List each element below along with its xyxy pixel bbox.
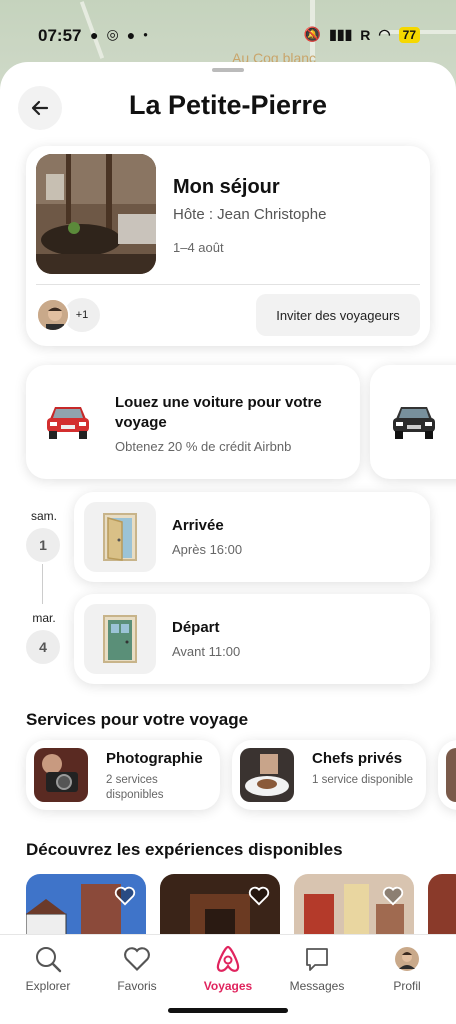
service-chef-title: Chefs privés (312, 750, 403, 767)
black-car-icon (393, 407, 435, 439)
timeline-line (42, 564, 43, 604)
car-rental-card[interactable]: Louez une voiture pour votre voyage Obte… (26, 365, 360, 479)
checkout-title: Départ (172, 619, 220, 636)
red-car-icon (47, 407, 89, 439)
whatsapp-icon: ◎ (106, 26, 119, 42)
service-photography-card[interactable]: Photographie 2 services disponibles (26, 740, 220, 810)
dot-icon: ● (143, 30, 148, 39)
tab-explorer-label: Explorer (25, 979, 71, 993)
service-chef-card[interactable]: Chefs privés 1 service disponible (232, 740, 426, 810)
stay-title: Mon séjour (173, 176, 280, 198)
checkin-subtitle: Après 16:00 (172, 542, 243, 557)
checkout-weekday: mar. (32, 611, 56, 625)
heart-icon[interactable] (248, 886, 270, 906)
tab-messages-label: Messages (289, 979, 345, 993)
airbnb-logo-icon (216, 945, 240, 972)
service-card-partial[interactable] (438, 740, 456, 810)
chef-thumb (240, 748, 294, 802)
notification-icon: ● (90, 26, 99, 43)
car-promo-title: Louez une voiture pour votre voyage (115, 394, 322, 431)
checkout-subtitle: Avant 11:00 (172, 644, 241, 659)
signal-icon: ▮▮▮ (329, 26, 353, 42)
battery-badge: 77 (398, 26, 420, 43)
stay-dates: 1–4 août (173, 240, 224, 255)
stay-photo (36, 154, 156, 274)
home-indicator (168, 1008, 288, 1013)
checkin-weekday: sam. (30, 509, 57, 523)
tab-favoris-label: Favoris (117, 979, 157, 993)
checkin-title: Arrivée (172, 517, 224, 534)
checkin-thumb (84, 502, 156, 572)
tab-profil-label: Profil (393, 979, 421, 993)
tab-profil[interactable]: Profil (367, 943, 447, 993)
guest-avatar (36, 298, 70, 332)
tab-favoris[interactable]: Favoris (97, 943, 177, 993)
stay-card[interactable]: Mon séjour Hôte : Jean Christophe 1–4 ao… (26, 146, 430, 346)
status-right: 🔕 ▮▮▮ R ◠ 77 (304, 26, 420, 43)
camera-photo-icon (34, 748, 88, 802)
photography-thumb (34, 748, 88, 802)
invite-guests-button[interactable]: Inviter des voyageurs (256, 294, 420, 336)
page-title: La Petite-Pierre (128, 90, 328, 120)
mute-icon: 🔕 (303, 26, 322, 42)
heart-icon[interactable] (382, 886, 404, 906)
stay-photo-image (36, 154, 156, 274)
car-promo-subtitle: Obtenez 20 % de crédit Airbnb (115, 439, 292, 454)
carrier-label: R (360, 26, 371, 43)
tab-voyages-label: Voyages (203, 979, 253, 993)
open-door-icon (103, 513, 137, 561)
chef-plate-icon (240, 748, 294, 802)
heart-icon (124, 947, 150, 971)
search-icon (36, 947, 62, 973)
checkout-card[interactable]: Départ Avant 11:00 (74, 594, 430, 684)
status-notification-icons: ● ◎ ● ● (90, 26, 148, 43)
car-rental-card-2[interactable] (370, 365, 456, 479)
service-partial-thumb (446, 748, 456, 802)
service-photography-subtitle: 2 services disponibles (106, 774, 164, 801)
divider (36, 284, 420, 285)
tab-messages[interactable]: Messages (277, 943, 357, 993)
stay-host: Hôte : Jean Christophe (173, 206, 327, 223)
checkout-thumb (84, 604, 156, 674)
avatar-icon (395, 947, 419, 971)
sheet-grabber[interactable] (212, 68, 244, 72)
services-heading: Services pour votre voyage (26, 710, 249, 729)
heart-icon[interactable] (114, 886, 136, 906)
checkin-day-badge: 1 (26, 528, 60, 562)
experiences-heading: Découvrez les expériences disponibles (26, 840, 343, 859)
service-photography-title: Photographie (106, 750, 203, 767)
tab-explorer[interactable]: Explorer (8, 943, 88, 993)
avatar-icon (38, 300, 68, 330)
chat-icon: ● (126, 26, 136, 43)
tab-voyages[interactable]: Voyages (188, 943, 268, 993)
service-chef-subtitle: 1 service disponible (312, 774, 414, 786)
status-time: 07:57 (38, 26, 82, 45)
message-icon (306, 948, 328, 971)
status-bar: 07:57 ● ◎ ● ● 🔕 ▮▮▮ R ◠ 77 Au Coq blanc (0, 0, 456, 66)
checkout-day-badge: 4 (26, 630, 60, 664)
checkin-card[interactable]: Arrivée Après 16:00 (74, 492, 430, 582)
trip-sheet: La Petite-Pierre Mon séjour Hôte : Jean … (0, 62, 456, 1024)
closed-door-icon (103, 615, 137, 663)
wifi-icon: ◠ (378, 26, 391, 42)
